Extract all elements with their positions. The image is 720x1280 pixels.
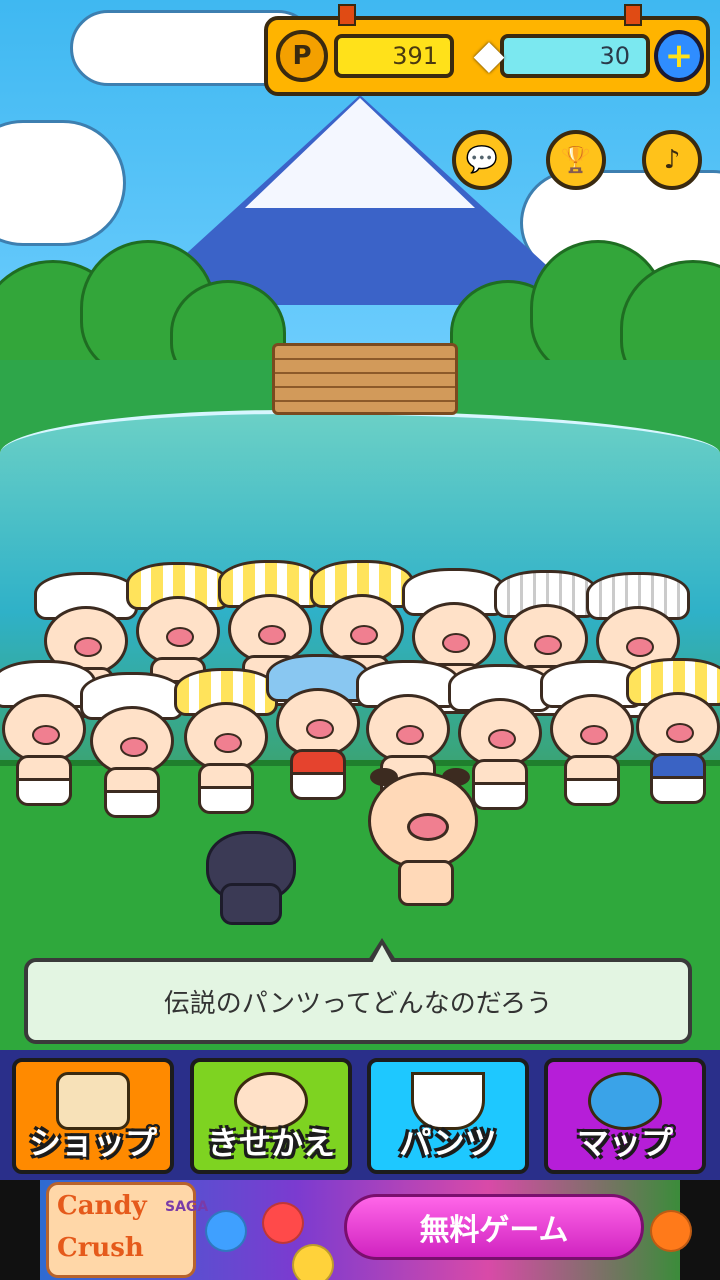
black-cat-character[interactable] bbox=[206, 825, 296, 925]
pig-character[interactable] bbox=[174, 668, 278, 818]
candy-decoration bbox=[262, 1202, 304, 1244]
diamond-icon: ◆ bbox=[473, 32, 505, 78]
pig-character[interactable] bbox=[540, 660, 644, 810]
logo-saga: SAGA bbox=[165, 1199, 209, 1215]
ad-banner[interactable]: Candy Crush SAGA 無料ゲーム bbox=[0, 1180, 720, 1280]
dressup-button[interactable]: きせかえ bbox=[190, 1058, 352, 1174]
gem-count: 30 bbox=[500, 34, 650, 78]
candy-crush-logo: Candy Crush SAGA bbox=[46, 1182, 209, 1278]
free-game-button[interactable]: 無料ゲーム bbox=[344, 1194, 644, 1260]
trophy-button[interactable]: 🏆 bbox=[546, 130, 606, 190]
shop-label: ショップ bbox=[28, 1124, 157, 1162]
music-note-icon: ♪ bbox=[663, 145, 681, 175]
bar-hanger bbox=[338, 4, 356, 26]
bar-hanger bbox=[624, 4, 642, 26]
main-pig-character[interactable] bbox=[368, 768, 478, 912]
speech-bubble: 伝説のパンツってどんなのだろう bbox=[24, 938, 692, 1044]
coin-icon: P bbox=[276, 30, 328, 82]
pig-character[interactable] bbox=[266, 654, 370, 804]
trophy-icon: 🏆 bbox=[559, 145, 593, 175]
pants-button[interactable]: パンツ bbox=[367, 1058, 529, 1174]
pants-label: パンツ bbox=[399, 1124, 497, 1162]
currency-bar: P 391 30 ◆ + bbox=[264, 4, 710, 96]
dressup-label: きせかえ bbox=[206, 1124, 335, 1162]
chat-button[interactable]: 💬 bbox=[452, 130, 512, 190]
mountain-snowcap bbox=[245, 98, 475, 208]
candy-decoration bbox=[650, 1210, 692, 1252]
candy-decoration bbox=[292, 1244, 334, 1280]
dialog-message: 伝説のパンツってどんなのだろう bbox=[163, 988, 553, 1019]
music-button[interactable]: ♪ bbox=[642, 130, 702, 190]
pig-character[interactable] bbox=[80, 672, 184, 822]
candy-decoration bbox=[205, 1210, 247, 1252]
game-scene bbox=[0, 0, 720, 1050]
wooden-bridge bbox=[272, 343, 458, 415]
chat-icon: 💬 bbox=[465, 145, 499, 175]
logo-line2: Crush bbox=[57, 1233, 144, 1263]
add-gems-button[interactable]: + bbox=[654, 30, 704, 82]
map-button[interactable]: マップ bbox=[544, 1058, 706, 1174]
pig-character[interactable] bbox=[0, 660, 96, 810]
bottom-nav: ショップ きせかえ パンツ マップ bbox=[0, 1050, 720, 1180]
pig-character[interactable] bbox=[626, 658, 720, 808]
logo-line1: Candy bbox=[57, 1191, 147, 1221]
coin-count: 391 bbox=[334, 34, 454, 78]
shop-button[interactable]: ショップ bbox=[12, 1058, 174, 1174]
map-label: マップ bbox=[576, 1124, 673, 1162]
